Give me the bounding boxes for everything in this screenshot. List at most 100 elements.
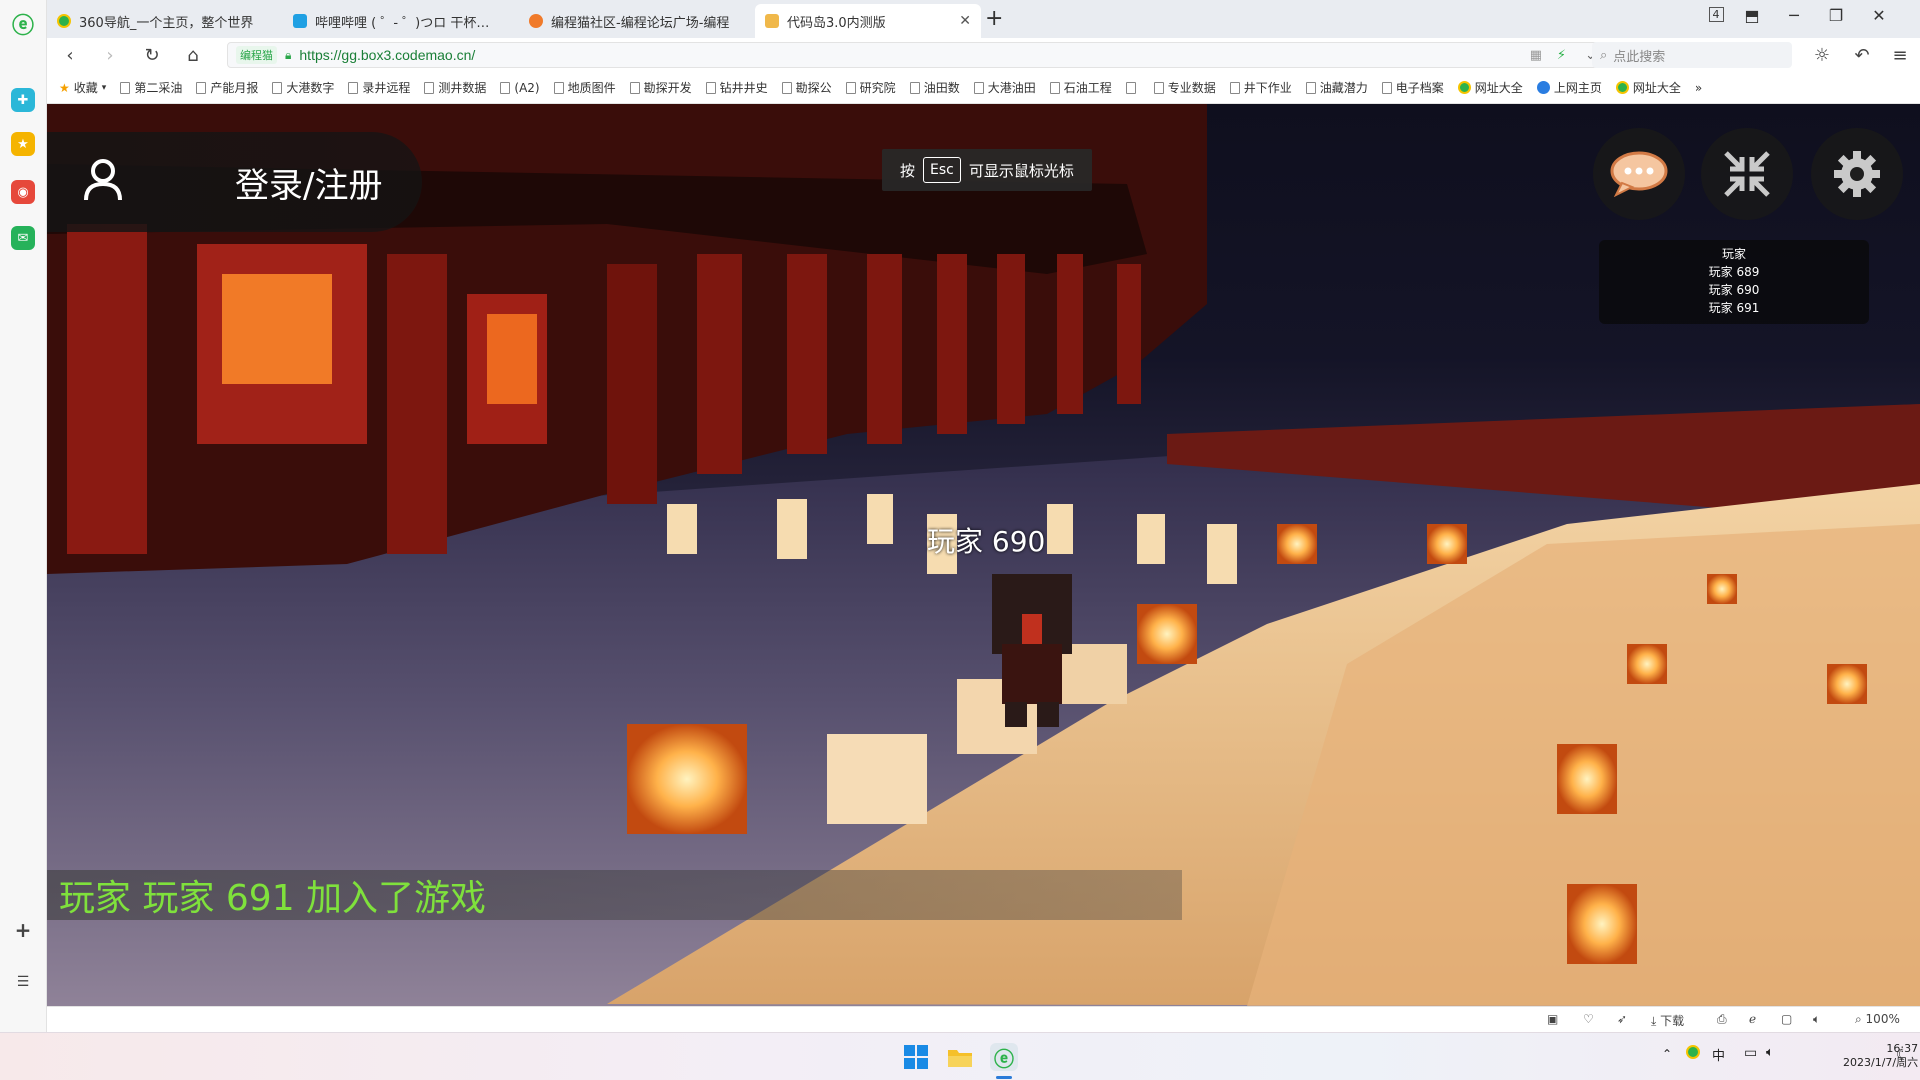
close-tab-icon[interactable]: ✕ bbox=[959, 13, 971, 29]
new-tab-button[interactable]: + bbox=[985, 6, 1003, 31]
windows-logo-icon bbox=[904, 1045, 928, 1069]
esc-hint-toast: 按 Esc 可显示鼠标光标 bbox=[882, 149, 1092, 191]
settings-button[interactable] bbox=[1811, 128, 1903, 220]
tray-expand-icon[interactable]: ⌃ bbox=[1662, 1047, 1672, 1061]
moon-icon[interactable]: ☾ bbox=[1896, 1047, 1909, 1063]
bookmark-item[interactable]: 产能月报 bbox=[196, 79, 258, 96]
windows-start-icon[interactable] bbox=[902, 1043, 930, 1071]
weibo-icon[interactable]: ◉ bbox=[11, 180, 35, 204]
volume-icon[interactable]: 🔈︎ bbox=[1766, 1045, 1774, 1060]
printer-icon[interactable]: ⎙ bbox=[1717, 1012, 1727, 1027]
ime-indicator[interactable]: 中 bbox=[1712, 1045, 1725, 1064]
bookmarks-more[interactable]: » bbox=[1695, 81, 1702, 95]
url-field[interactable]: 编程猫 🔒︎ https://gg.box3.codemao.cn/ ⌄ ⚡ ▦ bbox=[227, 42, 1607, 68]
windows-taskbar: ⓔ ⌃ 中 ▭ 🔈︎ 16:37 2023/1/7/周六 ☾ bbox=[0, 1032, 1920, 1080]
bookmark-item[interactable]: 油藏潜力 bbox=[1305, 79, 1368, 96]
menu-icon[interactable]: ≡ bbox=[1885, 42, 1915, 68]
bookmark-item[interactable]: 录井远程 bbox=[348, 79, 410, 96]
restore-icon[interactable]: ❐ bbox=[1821, 6, 1851, 25]
chat-button[interactable] bbox=[1593, 128, 1685, 220]
shirt-icon[interactable]: ⬒ bbox=[1737, 6, 1767, 25]
forward-icon[interactable]: › bbox=[95, 42, 125, 68]
join-message: 玩家 玩家 691 加入了游戏 bbox=[47, 870, 1182, 920]
bookmark-item[interactable]: 地质图件 bbox=[553, 79, 616, 96]
browser-logo-icon[interactable]: ⓔ bbox=[11, 12, 35, 39]
speed-icon[interactable]: ⚡ bbox=[1557, 48, 1566, 63]
game-canvas[interactable]: 按 Esc 可显示鼠标光标 登录/注册 玩家 玩家 689 玩家 690 玩家 … bbox=[47, 104, 1920, 1006]
360-icon bbox=[1615, 81, 1629, 94]
search-input[interactable]: ⌕ 点此搜索 bbox=[1592, 42, 1792, 68]
search-icon: ⌕ bbox=[1600, 47, 1608, 63]
tab-strip: 360导航_一个主页，整个世界 哔哩哔哩 ( ゜- ゜)つロ 干杯~-bili … bbox=[47, 0, 1920, 38]
bookmark-item[interactable]: 第二采油 bbox=[120, 79, 182, 96]
page-icon bbox=[1229, 81, 1240, 94]
zoom-control[interactable]: ⌕ 100% bbox=[1855, 1012, 1900, 1027]
page-icon bbox=[500, 81, 511, 94]
home-icon[interactable]: ⌂ bbox=[178, 42, 208, 68]
bookmark-favorites[interactable]: ★ 收藏 ▾ bbox=[59, 79, 106, 96]
page-icon bbox=[272, 81, 283, 94]
qr-icon[interactable]: ▦ bbox=[1530, 48, 1542, 63]
reload-icon[interactable]: ↻ bbox=[137, 42, 167, 68]
favorites-icon[interactable]: ★ bbox=[11, 132, 35, 156]
exit-fullscreen-button[interactable] bbox=[1701, 128, 1793, 220]
download-button[interactable]: ⤓ 下载 bbox=[1651, 1012, 1684, 1029]
bookmark-item[interactable]: 研究院 bbox=[845, 79, 896, 96]
bookmark-item[interactable]: 网址大全 bbox=[1457, 79, 1523, 96]
browser-taskbar-icon[interactable]: ⓔ bbox=[990, 1043, 1018, 1071]
bookmark-item[interactable]: 勘探公 bbox=[781, 79, 832, 96]
add-sidebar-item-icon[interactable]: + bbox=[11, 918, 35, 942]
tab-box3[interactable]: 代码岛3.0内测版 ✕ bbox=[755, 4, 981, 38]
bookmark-item[interactable]: 电子档案 bbox=[1381, 79, 1444, 96]
bookmark-item[interactable]: 大港油田 bbox=[973, 79, 1036, 96]
tab-360[interactable]: 360导航_一个主页，整个世界 bbox=[47, 4, 273, 38]
page-icon bbox=[1381, 81, 1392, 94]
bookmark-item[interactable]: 油田数 bbox=[909, 79, 960, 96]
tab-bilibili[interactable]: 哔哩哔哩 ( ゜- ゜)つロ 干杯~-bili bbox=[283, 4, 509, 38]
screenshot-icon[interactable]: ▣ bbox=[1547, 1012, 1558, 1026]
bookmark-item[interactable]: 网址大全 bbox=[1615, 79, 1681, 96]
mail-icon[interactable]: ✉ bbox=[11, 226, 35, 250]
bookmark-item[interactable] bbox=[1125, 81, 1140, 94]
sidebar-menu-icon[interactable]: ☰ bbox=[11, 970, 35, 994]
browser-logo-icon: ⓔ bbox=[994, 1046, 1014, 1071]
bookmark-item[interactable]: 石油工程 bbox=[1049, 79, 1112, 96]
bookmark-item[interactable]: 上网主页 bbox=[1536, 79, 1602, 96]
page-icon bbox=[196, 81, 207, 94]
file-explorer-icon[interactable] bbox=[946, 1043, 974, 1071]
bookmark-item[interactable]: 井下作业 bbox=[1229, 79, 1292, 96]
speaker-icon[interactable]: 🔈︎ bbox=[1813, 1012, 1820, 1027]
tab-title: 代码岛3.0内测版 bbox=[787, 15, 886, 31]
bookmark-item[interactable]: 钻井井史 bbox=[705, 79, 768, 96]
back-icon[interactable]: ‹ bbox=[55, 42, 85, 68]
extensions-icon[interactable]: ✚ bbox=[11, 88, 35, 112]
page-icon bbox=[1049, 81, 1060, 94]
rocket-icon[interactable]: ➶ bbox=[1617, 1012, 1627, 1026]
bookmark-item[interactable]: (A2) bbox=[500, 81, 540, 95]
bookmark-item[interactable]: 专业数据 bbox=[1153, 79, 1216, 96]
page-icon bbox=[973, 81, 984, 94]
esc-hint-prefix: 按 bbox=[900, 161, 916, 180]
bookmark-item[interactable]: 大港数字 bbox=[272, 79, 334, 96]
site-badge: 编程猫 bbox=[236, 46, 277, 64]
page-icon bbox=[629, 81, 640, 94]
ie-mode-icon[interactable]: ℯ bbox=[1749, 1012, 1756, 1026]
tab-count-badge[interactable]: 4 bbox=[1701, 7, 1731, 22]
minimize-icon[interactable]: ─ bbox=[1779, 6, 1809, 25]
page-icon bbox=[705, 81, 716, 94]
heart-icon[interactable]: ♡ bbox=[1583, 1012, 1594, 1026]
login-register-button[interactable]: 登录/注册 bbox=[47, 132, 422, 232]
bilibili-icon bbox=[293, 14, 307, 28]
chat-bubble-icon bbox=[1610, 151, 1668, 197]
bookmark-item[interactable]: 测井数据 bbox=[424, 79, 486, 96]
active-indicator bbox=[996, 1076, 1012, 1079]
close-window-icon[interactable]: ✕ bbox=[1864, 6, 1894, 25]
bookmark-item[interactable]: 勘探开发 bbox=[629, 79, 692, 96]
undo-icon[interactable]: ↶ bbox=[1847, 42, 1877, 68]
360-tray-icon[interactable] bbox=[1686, 1045, 1700, 1059]
brightness-icon[interactable]: ☼ bbox=[1807, 42, 1837, 68]
tab-codemao[interactable]: 编程猫社区-编程论坛广场-编程 bbox=[519, 4, 745, 38]
window-icon[interactable]: ▢ bbox=[1781, 1012, 1792, 1026]
network-icon[interactable]: ▭ bbox=[1744, 1045, 1757, 1061]
page-icon bbox=[845, 81, 856, 94]
